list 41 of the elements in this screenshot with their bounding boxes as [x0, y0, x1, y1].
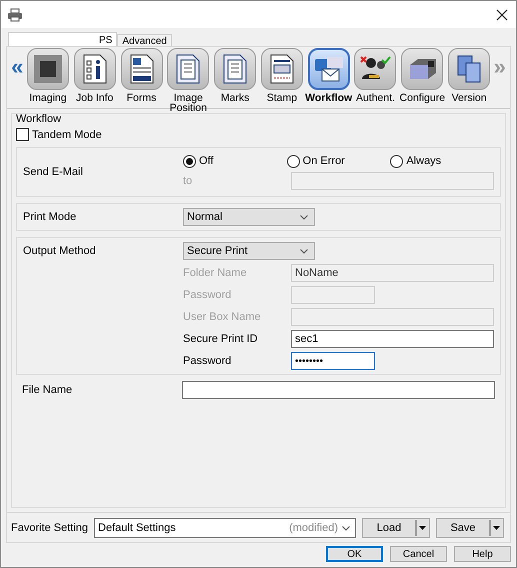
tab[interactable]: Advanced	[117, 34, 172, 46]
field-label: Send E-Mail	[23, 166, 84, 178]
email-field[interactable]	[291, 172, 494, 190]
chevron-down-icon	[342, 526, 350, 530]
password-field[interactable]: ••••••••	[291, 352, 375, 370]
dialog-button[interactable]: Help	[454, 546, 511, 562]
field-label: File Name	[22, 384, 74, 396]
checkbox-label: Tandem Mode	[32, 128, 102, 140]
radio-label: On Error	[302, 155, 345, 167]
field-label: to	[183, 175, 194, 187]
field-label: Folder Name	[183, 267, 248, 279]
tab[interactable]: PS	[8, 32, 118, 46]
radio-label: Always	[406, 155, 442, 167]
output-method-dropdown[interactable]: Secure Print	[183, 242, 315, 260]
field-label: Password	[183, 355, 232, 367]
dropdown-arrow-icon[interactable]	[415, 518, 429, 538]
print-mode-dropdown[interactable]: Normal	[183, 208, 315, 226]
group-title: Workflow	[16, 113, 62, 125]
radio-button[interactable]	[286, 154, 300, 168]
square-icon	[32, 53, 64, 85]
radio-button[interactable]	[390, 154, 404, 168]
field-label: User Box Name	[183, 311, 262, 323]
field-label: Favorite Setting	[11, 522, 88, 534]
favorite-dropdown[interactable]: Default Settings (modified)	[94, 518, 356, 538]
radio-label: Off	[199, 155, 214, 167]
text-field[interactable]: sec1	[291, 330, 494, 348]
printer-icon	[7, 8, 23, 22]
dialog-button[interactable]: OK	[326, 546, 383, 562]
chevron-down-icon	[300, 248, 308, 254]
field-label: Print Mode	[23, 211, 78, 223]
radio-button[interactable]	[183, 154, 196, 168]
scroll-left-button[interactable]: «	[10, 56, 25, 78]
dropdown-arrow-icon[interactable]	[489, 518, 503, 538]
dialog-button[interactable]: Cancel	[390, 546, 447, 562]
chevron-down-icon	[300, 214, 308, 220]
close-icon[interactable]	[496, 8, 508, 20]
checkbox[interactable]	[16, 128, 29, 141]
field-label: Output Method	[23, 245, 97, 257]
field-label: Password	[183, 289, 232, 301]
file-name-field[interactable]	[182, 381, 495, 399]
field-label: Secure Print ID	[183, 333, 259, 345]
